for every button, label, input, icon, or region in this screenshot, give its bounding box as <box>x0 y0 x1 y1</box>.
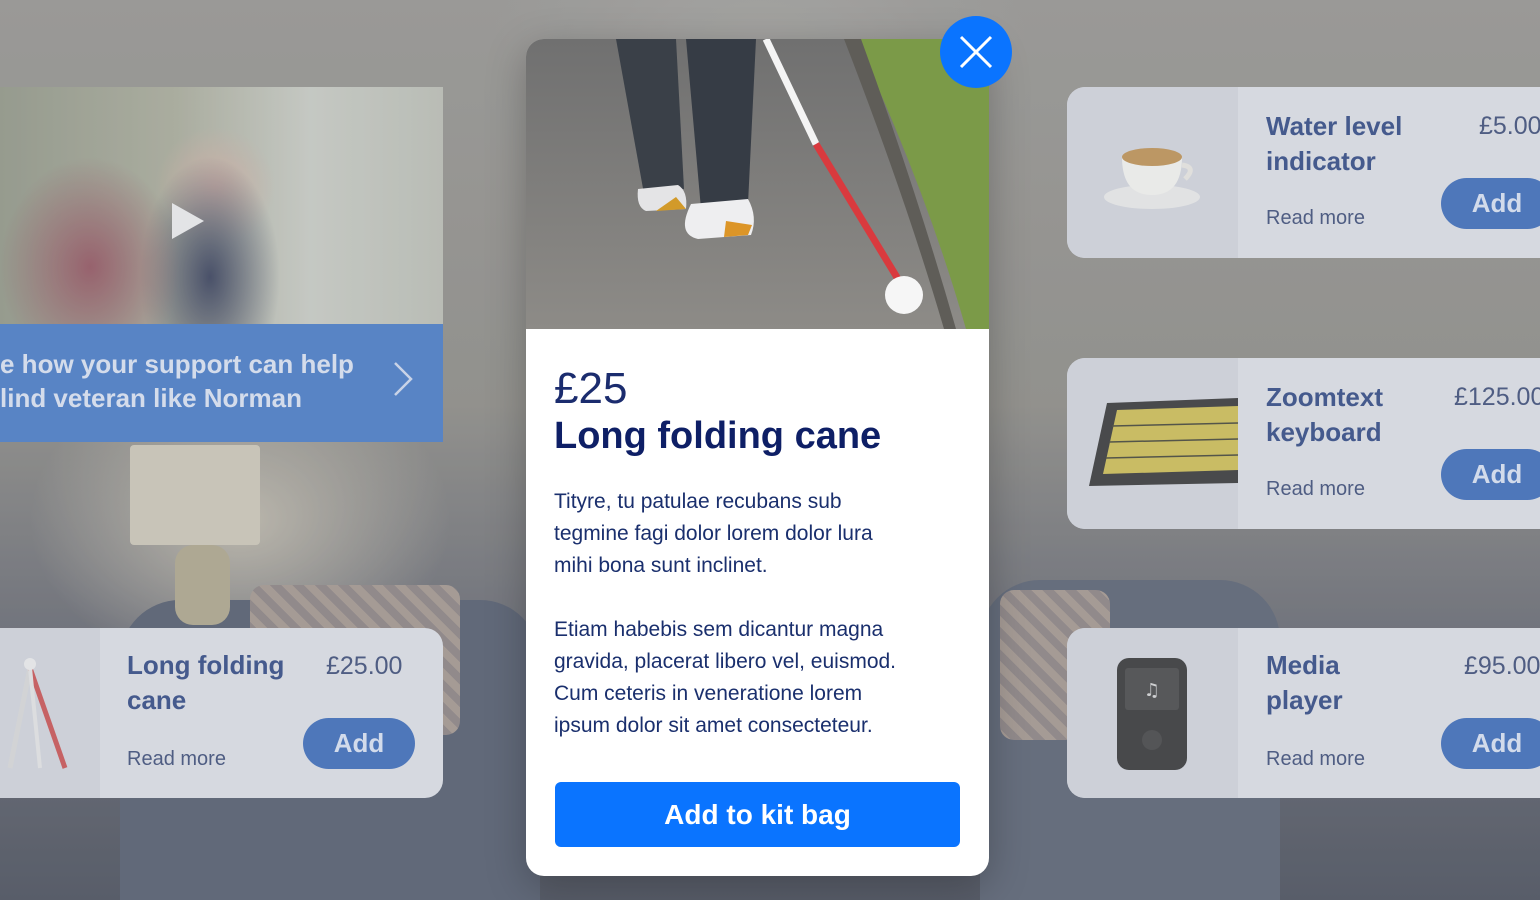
description-line: Etiam habebis sem dicantur magna <box>554 618 884 641</box>
modal-description: Tityre, tu patulae recubans sub tegmine … <box>554 486 964 582</box>
description-line: Cum ceteris in veneratione lorem <box>554 682 863 705</box>
close-icon[interactable] <box>940 16 1012 88</box>
product-modal: £25 Long folding cane Tityre, tu patulae… <box>526 39 989 876</box>
cane-walking-illustration <box>526 39 989 329</box>
modal-description: Etiam habebis sem dicantur magna gravida… <box>554 614 964 742</box>
modal-title: Long folding cane <box>554 415 882 457</box>
description-line: Tityre, tu patulae recubans sub <box>554 490 842 513</box>
product-photo <box>526 39 989 329</box>
close-button[interactable] <box>940 16 1012 88</box>
description-line: tegmine fagi dolor lorem dolor lura <box>554 522 873 545</box>
description-line: gravida, placerat libero vel, euismod. <box>554 650 897 673</box>
modal-price: £25 <box>554 364 628 413</box>
description-line: ipsum dolor sit amet consecteteur. <box>554 714 873 737</box>
add-to-kit-bag-button[interactable]: Add to kit bag <box>555 782 960 847</box>
description-line: mihi bona sunt inclinet. <box>554 554 768 577</box>
